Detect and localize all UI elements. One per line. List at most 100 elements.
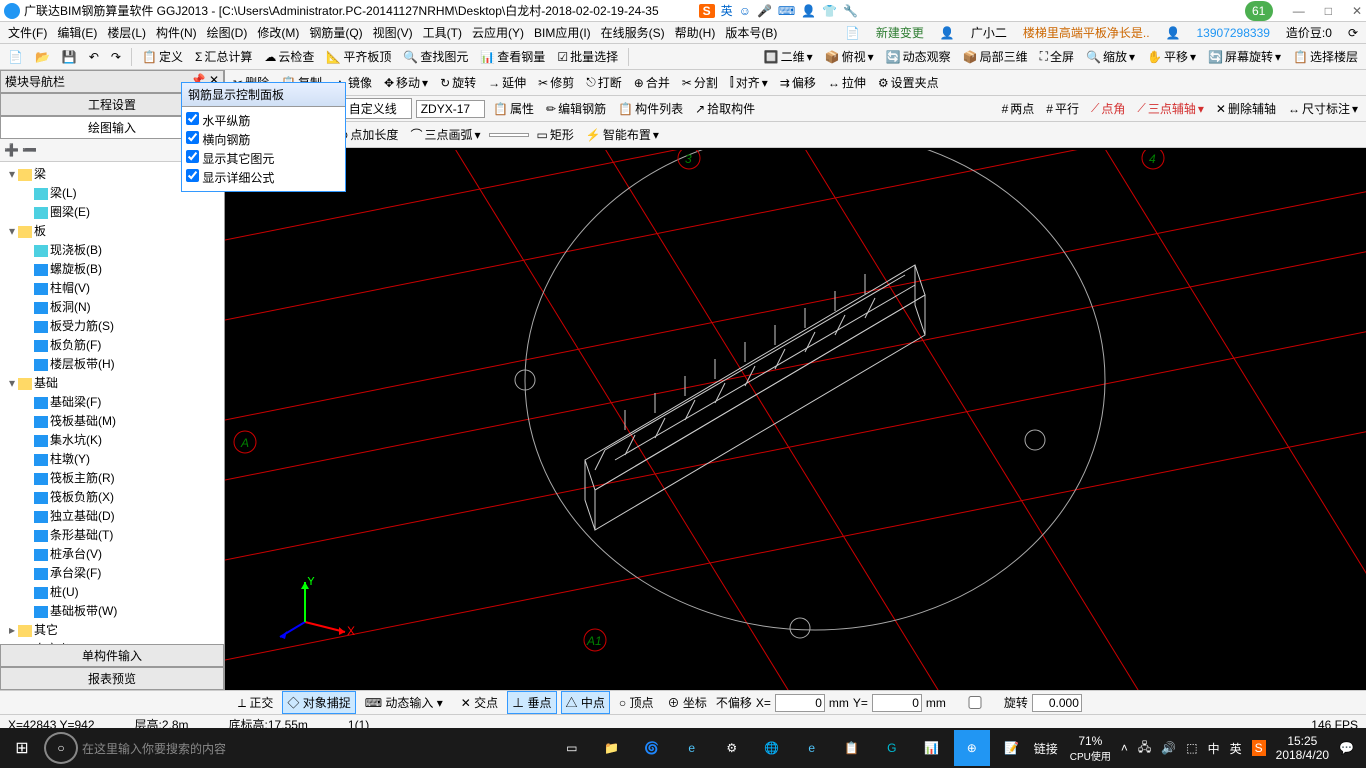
menu-version[interactable]: 版本号(B) (721, 22, 781, 43)
tree-node[interactable]: 条形基础(T) (2, 525, 222, 544)
three-arc[interactable]: ⌒ 三点画弧 ▾ (406, 124, 484, 145)
app-icon[interactable]: ⊕ (954, 730, 990, 766)
menu-online[interactable]: 在线服务(S) (597, 22, 669, 43)
chk-transverse[interactable]: 横向钢筋 (186, 130, 341, 149)
start-button[interactable]: ⊞ (4, 732, 40, 764)
undo-button[interactable]: ↶ (85, 48, 103, 66)
attr-button[interactable]: 📋 属性 (489, 98, 538, 119)
ie-icon[interactable]: e (794, 730, 830, 766)
comp-list-button[interactable]: 📋 构件列表 (614, 98, 687, 119)
extend-button[interactable]: → 延伸 (484, 72, 530, 93)
rotate-button[interactable]: ↻ 旋转 (436, 72, 480, 93)
app-icon[interactable]: 🌀 (634, 730, 670, 766)
parallel[interactable]: # 平行 (1042, 98, 1083, 119)
pick-button[interactable]: ↗ 拾取构件 (691, 98, 759, 119)
app-icon[interactable]: 📁 (594, 730, 630, 766)
open-file-button[interactable]: 📂 (31, 48, 54, 66)
osnap-toggle[interactable]: ◇ 对象捕捉 (282, 691, 355, 714)
new-file-button[interactable]: 📄 (4, 48, 27, 66)
rotate-check[interactable] (950, 696, 1000, 709)
level-top[interactable]: 📐 平齐板顶 (322, 46, 395, 67)
tree-node[interactable]: 筏板基础(M) (2, 411, 222, 430)
menu-view[interactable]: 视图(V) (369, 22, 417, 43)
sogou-tray[interactable]: S (1252, 740, 1266, 756)
viewport[interactable]: ✂ 删除 📋 复制 ▲ 镜像 ✥ 移动 ▾ ↻ 旋转 → 延伸 ✂ 修剪 ⎋ 打… (225, 70, 1366, 690)
tree-node[interactable]: 独立基础(D) (2, 506, 222, 525)
local-3d[interactable]: 📦 局部三维 (959, 46, 1032, 67)
end-snap[interactable]: ○ 顶点 (614, 691, 659, 714)
component-tree[interactable]: ▾梁梁(L)圈梁(E)▾板现浇板(B)螺旋板(B)柱帽(V)板洞(N)板受力筋(… (0, 162, 224, 644)
smart-layout[interactable]: ⚡ 智能布置 ▾ (582, 124, 663, 145)
del-aux[interactable]: ✕ 删除辅轴 (1212, 98, 1280, 119)
cen-snap[interactable]: ⊕ 坐标 (662, 691, 711, 714)
new-change[interactable]: 新建变更 (872, 22, 928, 43)
link-label[interactable]: 链接 (1034, 740, 1058, 757)
tab-single-input[interactable]: 单构件输入 (0, 644, 224, 667)
tree-node[interactable]: 圈梁(E) (2, 202, 222, 221)
view-steel[interactable]: 📊 查看钢量 (476, 46, 549, 67)
cloud-check[interactable]: ☁ 云检查 (260, 46, 318, 67)
tree-node[interactable]: ▾板 (2, 221, 222, 240)
find-element[interactable]: 🔍 查找图元 (399, 46, 472, 67)
menu-floor[interactable]: 楼层(L) (103, 22, 150, 43)
ime-icon[interactable]: ☺ (739, 4, 751, 18)
tree-node[interactable]: ▸其它 (2, 620, 222, 639)
dimension[interactable]: ↔ 尺寸标注 ▾ (1284, 98, 1362, 119)
tree-node[interactable]: 板负筋(F) (2, 335, 222, 354)
menu-component[interactable]: 构件(N) (152, 22, 201, 43)
two-point[interactable]: # 两点 (998, 98, 1039, 119)
user-icon[interactable]: 👤 (936, 24, 959, 42)
rotate-input[interactable] (1032, 694, 1082, 712)
offset-select[interactable]: 不偏移 (716, 694, 752, 711)
y-input[interactable] (872, 694, 922, 712)
sogou-icon[interactable]: S (699, 4, 715, 18)
select-floor[interactable]: 📋 选择楼层 (1289, 46, 1362, 67)
move-button[interactable]: ✥ 移动 ▾ (380, 72, 432, 93)
app-icon[interactable]: G (874, 730, 910, 766)
stretch-button[interactable]: ↔ 拉伸 (824, 72, 870, 93)
network-icon[interactable]: 🖧 (1138, 738, 1151, 759)
ime-icon[interactable]: 👕 (822, 4, 837, 18)
dynamic-view[interactable]: 🔄 动态观察 (882, 46, 955, 67)
tree-node[interactable]: 柱墩(Y) (2, 449, 222, 468)
x-input[interactable] (775, 694, 825, 712)
perp-snap[interactable]: ⊥ 垂点 (507, 691, 556, 714)
refresh-icon[interactable]: ⟳ (1344, 24, 1362, 42)
ime-icon[interactable]: 🔧 (843, 4, 858, 18)
rebar-display-panel[interactable]: 钢筋显示控制面板 水平纵筋 横向钢筋 显示其它图元 显示详细公式 (181, 82, 346, 192)
batch-select[interactable]: ☑ 批量选择 (553, 46, 622, 67)
menu-edit[interactable]: 编辑(E) (53, 22, 101, 43)
screen-rotate[interactable]: 🔄 屏幕旋转 ▾ (1204, 46, 1285, 67)
code-select[interactable]: ZDYX-17 (416, 100, 485, 118)
app-icon[interactable]: 🌐 (754, 730, 790, 766)
tree-node[interactable]: 集水坑(K) (2, 430, 222, 449)
search-placeholder[interactable]: 在这里输入你要搜索的内容 (82, 740, 226, 757)
menu-tools[interactable]: 工具(T) (419, 22, 466, 43)
menu-draw[interactable]: 绘图(D) (203, 22, 252, 43)
tree-node[interactable]: 楼层板带(H) (2, 354, 222, 373)
tree-node[interactable]: 筏板负筋(X) (2, 487, 222, 506)
minimize-button[interactable]: — (1293, 4, 1305, 18)
save-button[interactable]: 💾 (58, 48, 81, 66)
view-top[interactable]: 📦 俯视 ▾ (821, 46, 878, 67)
ime-icon[interactable]: 🎤 (757, 4, 772, 18)
notification-badge[interactable]: 61 (1245, 1, 1273, 21)
split-button[interactable]: ✂ 分割 (678, 72, 722, 93)
system-tray[interactable]: 71%CPU使用 ˄ 🖧 🔊 ⬚ 中 英 S 15:252018/4/20 💬 (1062, 734, 1362, 763)
3d-canvas[interactable]: 3 4 A A1 X Y (225, 150, 1366, 690)
view-2d[interactable]: 🔲 二维 ▾ (760, 46, 817, 67)
menu-help[interactable]: 帮助(H) (671, 22, 720, 43)
ime-bar[interactable]: S 英 ☺ 🎤 ⌨ 👤 👕 🔧 (699, 2, 858, 19)
menu-rebar[interactable]: 钢筋量(Q) (305, 22, 366, 43)
offset-button[interactable]: ⇉ 偏移 (776, 72, 820, 93)
menu-bim[interactable]: BIM应用(I) (530, 22, 595, 43)
ortho-toggle[interactable]: ⟂ 正交 (233, 691, 278, 714)
close-button[interactable]: ✕ (1352, 4, 1362, 18)
app-icon[interactable]: 📋 (834, 730, 870, 766)
app-icon[interactable]: ⚙ (714, 730, 750, 766)
menu-modify[interactable]: 修改(M) (253, 22, 303, 43)
menu-cloud[interactable]: 云应用(Y) (468, 22, 528, 43)
align-button[interactable]: ⫿ 对齐 ▾ (726, 72, 772, 93)
tree-node[interactable]: 板受力筋(S) (2, 316, 222, 335)
redo-button[interactable]: ↷ (107, 48, 125, 66)
